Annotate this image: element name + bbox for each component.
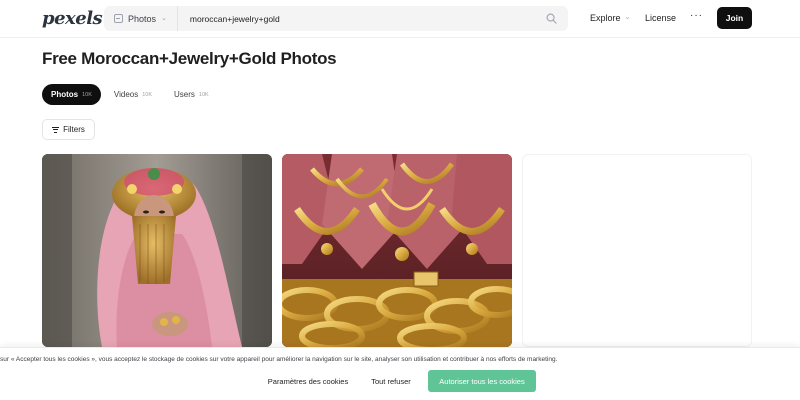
cookie-consent-text: sur « Accepter tous les cookies », vous … [0,356,558,363]
tab-count: 10K [82,91,92,98]
filters-label: Filters [63,125,85,134]
search-input[interactable] [177,6,540,31]
tab-count: 10K [142,91,153,98]
media-type-tabs: Photos 10K Videos 10K Users 10K [42,84,218,105]
nav-license[interactable]: License [645,13,676,23]
cookie-consent-banner: sur « Accepter tous les cookies », vous … [0,347,800,400]
accept-all-cookies-button[interactable]: Autoriser tous les cookies [428,370,536,392]
search-type-dropdown[interactable]: Photos ⌄ [104,6,178,31]
refuse-all-button[interactable]: Tout refuser [364,370,418,392]
more-options-icon[interactable]: ··· [690,10,703,21]
tab-label: Users [174,90,195,99]
search-bar: Photos ⌄ [104,6,568,31]
photo-icon [114,14,123,23]
tab-videos[interactable]: Videos 10K [105,84,161,105]
photo-gold-necklaces-display [282,154,512,347]
nav-explore[interactable]: Explore ⌄ [590,13,630,23]
chevron-down-icon: ⌄ [624,14,631,21]
photo-card[interactable] [282,154,512,347]
nav-explore-label: Explore [590,13,621,23]
photo-card[interactable] [42,154,272,347]
pexels-logo[interactable]: pexels [42,8,103,29]
cookie-settings-button[interactable]: Paramètres des cookies [262,370,354,392]
page-title: Free Moroccan+Jewelry+Gold Photos [42,49,337,68]
tab-users[interactable]: Users 10K [165,84,218,105]
tab-count: 10K [198,91,209,98]
search-icon[interactable] [540,13,562,24]
photo-woman-gold-veil [42,154,272,347]
chevron-down-icon: ⌄ [161,14,167,22]
top-navigation-bar: pexels Photos ⌄ Explore ⌄ License ··· Jo… [0,0,800,38]
tab-photos[interactable]: Photos 10K [42,84,101,105]
filters-button[interactable]: Filters [42,119,95,140]
filter-icon [52,126,60,133]
search-type-label: Photos [128,13,157,24]
photo-card-placeholder[interactable] [522,154,752,347]
tab-label: Photos [51,90,79,99]
join-button[interactable]: Join [717,7,752,29]
tab-label: Videos [113,90,139,99]
